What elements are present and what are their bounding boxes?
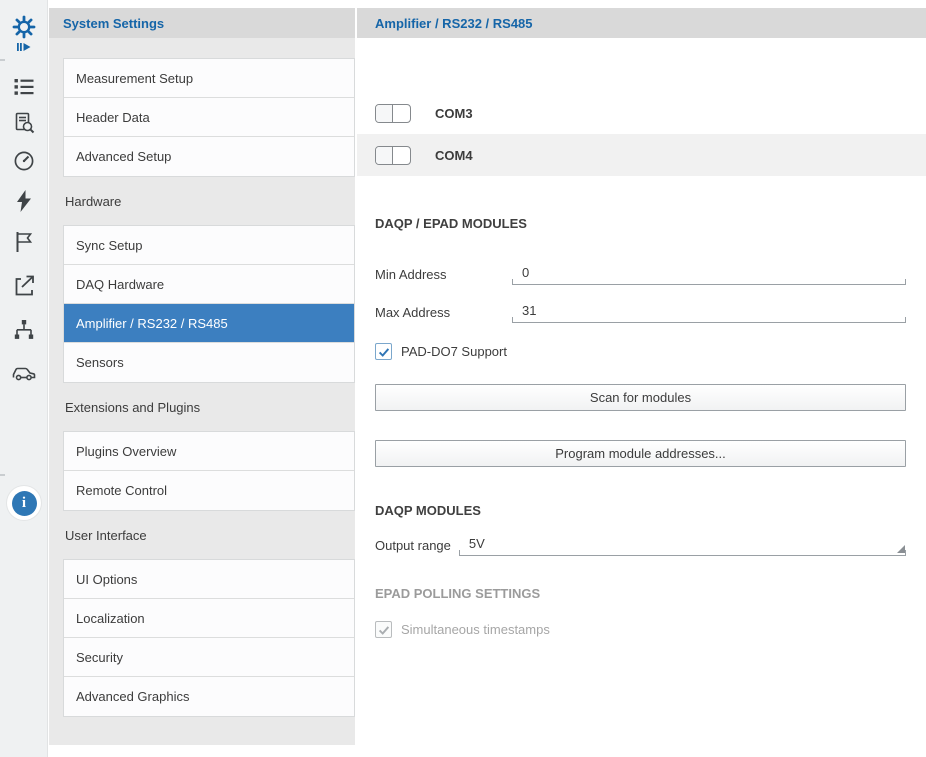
sidebar-group-user-interface: UI Options Localization Security Advance… [63, 559, 355, 717]
sidebar-header: System Settings [49, 8, 355, 38]
sidebar-item-sync-setup[interactable]: Sync Setup [64, 226, 354, 265]
com3-row: COM3 [357, 92, 926, 134]
com3-label: COM3 [435, 106, 473, 121]
pad-do7-checkbox[interactable] [375, 343, 392, 360]
sidebar-section-user-interface: User Interface [49, 511, 355, 559]
sidebar-item-plugins-overview[interactable]: Plugins Overview [64, 432, 354, 471]
max-address-label: Max Address [375, 305, 512, 323]
live-bolt-icon[interactable] [0, 186, 48, 216]
info-icon[interactable]: i [0, 486, 48, 520]
output-range-label: Output range [375, 538, 451, 556]
min-address-input[interactable]: 0 [512, 265, 906, 285]
sidebar-section-hardware: Hardware [49, 177, 355, 225]
settings-sidebar: System Settings Measurement Setup Header… [49, 8, 355, 745]
sidebar-item-measurement-setup[interactable]: Measurement Setup [64, 59, 354, 98]
main-header: Amplifier / RS232 / RS485 [357, 8, 926, 38]
flag-icon[interactable] [0, 227, 48, 257]
com4-toggle[interactable] [375, 146, 411, 165]
daqp-epad-modules-heading: DAQP / EPAD MODULES [357, 216, 926, 231]
simultaneous-timestamps-row: Simultaneous timestamps [357, 621, 926, 638]
sidebar-item-advanced-setup[interactable]: Advanced Setup [64, 137, 354, 176]
program-module-addresses-button[interactable]: Program module addresses... [375, 440, 906, 467]
sidebar-section-extensions: Extensions and Plugins [49, 383, 355, 431]
scan-for-modules-button[interactable]: Scan for modules [375, 384, 906, 411]
sidebar-list: Measurement Setup Header Data Advanced S… [49, 38, 355, 717]
sidebar-item-advanced-graphics[interactable]: Advanced Graphics [64, 677, 354, 716]
sidebar-group-extensions: Plugins Overview Remote Control [63, 431, 355, 511]
sidebar-item-remote-control[interactable]: Remote Control [64, 471, 354, 510]
output-range-value: 5V [469, 536, 485, 551]
pad-do7-label: PAD-DO7 Support [401, 344, 507, 359]
simultaneous-timestamps-label: Simultaneous timestamps [401, 622, 550, 637]
min-address-value: 0 [522, 265, 529, 280]
sidebar-item-header-data[interactable]: Header Data [64, 98, 354, 137]
output-range-row: Output range 5V [357, 534, 926, 556]
info-icon-glyph: i [12, 491, 37, 516]
toggle-knob [376, 147, 393, 164]
page-title: Amplifier / RS232 / RS485 [375, 16, 533, 31]
dropdown-grip-icon [897, 545, 905, 553]
min-address-label: Min Address [375, 267, 512, 285]
simultaneous-timestamps-checkbox [375, 621, 392, 638]
output-range-dropdown[interactable]: 5V [459, 536, 906, 556]
main-body: COM3 COM4 DAQP / EPAD MODULES Min Addres… [357, 38, 926, 757]
rail-divider [0, 59, 5, 61]
report-icon[interactable] [0, 108, 48, 138]
export-icon[interactable] [0, 270, 48, 300]
sidebar-item-localization[interactable]: Localization [64, 599, 354, 638]
measure-gauge-icon[interactable] [0, 146, 48, 176]
network-tree-icon[interactable] [0, 315, 48, 345]
info-icon-tab: i [7, 486, 41, 520]
collapse-rail-icon[interactable] [0, 40, 48, 54]
com4-label: COM4 [435, 148, 473, 163]
min-address-row: Min Address 0 [357, 263, 926, 285]
channel-list-icon[interactable] [0, 72, 48, 102]
settings-window: i System Settings Measurement Setup Head… [0, 0, 926, 757]
sidebar-title: System Settings [63, 16, 164, 31]
settings-gear-icon[interactable] [0, 12, 48, 42]
max-address-input[interactable]: 31 [512, 303, 906, 323]
sidebar-item-amplifier-rs232-rs485[interactable]: Amplifier / RS232 / RS485 [64, 304, 354, 343]
sidebar-item-daq-hardware[interactable]: DAQ Hardware [64, 265, 354, 304]
rail-divider [0, 474, 5, 476]
scan-button-wrap: Scan for modules [357, 384, 926, 411]
program-button-wrap: Program module addresses... [357, 440, 926, 467]
icon-rail: i [0, 0, 48, 757]
pad-do7-support-row: PAD-DO7 Support [357, 343, 926, 360]
com3-toggle[interactable] [375, 104, 411, 123]
max-address-row: Max Address 31 [357, 301, 926, 323]
sidebar-group-general: Measurement Setup Header Data Advanced S… [63, 58, 355, 177]
settings-main-panel: Amplifier / RS232 / RS485 COM3 COM4 DAQP… [357, 0, 926, 757]
toggle-knob [376, 105, 393, 122]
sidebar-item-ui-options[interactable]: UI Options [64, 560, 354, 599]
daqp-modules-heading: DAQP MODULES [357, 503, 926, 518]
max-address-value: 31 [522, 303, 536, 318]
com4-row: COM4 [357, 134, 926, 176]
sidebar-group-hardware: Sync Setup DAQ Hardware Amplifier / RS23… [63, 225, 355, 383]
epad-polling-settings-heading: EPAD POLLING SETTINGS [357, 586, 926, 601]
vehicle-icon[interactable] [0, 358, 48, 388]
sidebar-item-security[interactable]: Security [64, 638, 354, 677]
sidebar-item-sensors[interactable]: Sensors [64, 343, 354, 382]
